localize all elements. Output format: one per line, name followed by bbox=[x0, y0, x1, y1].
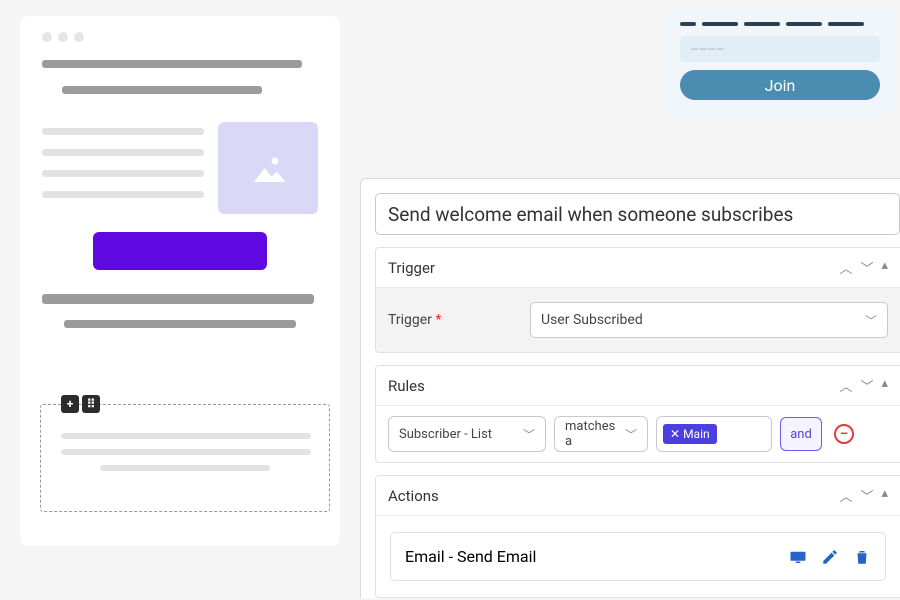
placeholder-line bbox=[42, 294, 314, 304]
image-placeholder-icon bbox=[218, 122, 318, 214]
rules-section: Rules ︿ ﹀ ▴ Subscriber - List﹀ matches a… bbox=[375, 365, 900, 463]
form-header-skeleton bbox=[680, 22, 880, 26]
collapse-up-icon[interactable]: ︿ bbox=[839, 258, 852, 277]
expand-down-icon[interactable]: ﹀ bbox=[860, 376, 873, 395]
placeholder-line bbox=[62, 86, 262, 94]
cta-button-placeholder bbox=[93, 232, 267, 270]
placeholder-line bbox=[42, 191, 204, 198]
add-and-condition-button[interactable]: and bbox=[780, 417, 822, 451]
placeholder-line bbox=[42, 128, 204, 135]
delete-icon[interactable] bbox=[853, 548, 871, 566]
add-block-button[interactable]: + bbox=[61, 395, 79, 413]
collapse-up-icon[interactable]: ︿ bbox=[839, 376, 852, 395]
section-heading: Actions bbox=[388, 487, 439, 505]
chevron-down-icon: ﹀ bbox=[865, 312, 877, 329]
expand-down-icon[interactable]: ﹀ bbox=[860, 258, 873, 277]
placeholder-line bbox=[100, 465, 270, 471]
chevron-down-icon: ﹀ bbox=[523, 426, 535, 443]
rule-value-tag[interactable]: ✕ Main bbox=[663, 424, 717, 444]
caret-up-icon[interactable]: ▴ bbox=[881, 486, 888, 505]
edit-icon[interactable] bbox=[821, 548, 839, 566]
placeholder-line bbox=[42, 60, 302, 68]
placeholder-line bbox=[64, 320, 296, 328]
action-label: Email - Send Email bbox=[405, 547, 536, 566]
trigger-select[interactable]: User Subscribed ﹀ bbox=[530, 302, 888, 338]
trigger-section: Trigger ︿ ﹀ ▴ Trigger * User Subscribed … bbox=[375, 247, 900, 353]
section-heading: Trigger bbox=[388, 259, 435, 277]
expand-down-icon[interactable]: ﹀ bbox=[860, 486, 873, 505]
move-block-handle[interactable]: ⠿ bbox=[82, 395, 100, 413]
action-item: Email - Send Email bbox=[390, 532, 886, 581]
rule-field-select[interactable]: Subscriber - List﹀ bbox=[388, 416, 546, 452]
placeholder-line bbox=[61, 433, 311, 439]
chevron-down-icon: ﹀ bbox=[625, 426, 637, 443]
collapse-up-icon[interactable]: ︿ bbox=[839, 486, 852, 505]
block-insertion-zone[interactable]: + ⠿ bbox=[40, 404, 330, 512]
delete-rule-button[interactable]: – bbox=[834, 424, 854, 444]
window-traffic-lights bbox=[42, 32, 318, 42]
placeholder-line bbox=[42, 149, 204, 156]
placeholder-line bbox=[42, 170, 204, 177]
caret-up-icon[interactable]: ▴ bbox=[881, 258, 888, 277]
automation-editor-panel: Trigger ︿ ﹀ ▴ Trigger * User Subscribed … bbox=[360, 178, 900, 598]
section-heading: Rules bbox=[388, 377, 425, 395]
subscribe-email-input[interactable] bbox=[680, 36, 880, 62]
trigger-field-label: Trigger * bbox=[388, 312, 516, 328]
subscribe-form-preview: Join bbox=[664, 8, 896, 116]
placeholder-line bbox=[61, 449, 311, 455]
caret-up-icon[interactable]: ▴ bbox=[881, 376, 888, 395]
rule-value-input[interactable]: ✕ Main bbox=[656, 416, 772, 452]
automation-title-input[interactable] bbox=[375, 193, 900, 235]
join-button[interactable]: Join bbox=[680, 70, 880, 100]
actions-section: Actions ︿ ﹀ ▴ Email - Send Email bbox=[375, 475, 900, 598]
rule-operator-select[interactable]: matches a﹀ bbox=[554, 416, 648, 452]
preview-icon[interactable] bbox=[789, 548, 807, 566]
